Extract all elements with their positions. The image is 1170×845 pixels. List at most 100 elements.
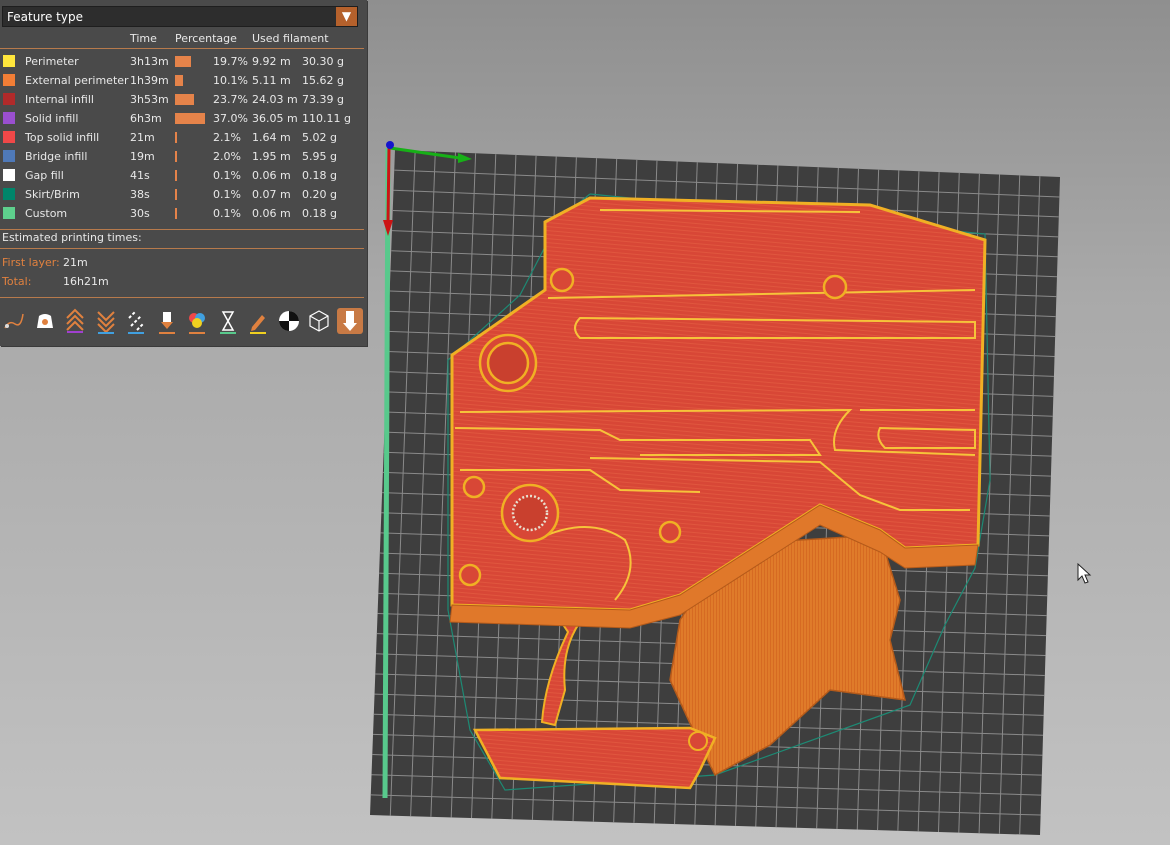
feature-length: 9.92 m	[252, 55, 291, 68]
feature-name: Internal infill	[25, 93, 94, 106]
feature-percentage: 19.7%	[213, 55, 248, 68]
pause-prints-icon[interactable]	[215, 308, 241, 334]
legend-row[interactable]: Skirt/Brim 38s 0.1% 0.07 m 0.20 g	[0, 185, 367, 204]
center-of-gravity-icon[interactable]	[276, 308, 302, 334]
percentage-bar	[175, 75, 184, 86]
feature-time: 38s	[130, 188, 150, 201]
feature-weight: 0.18 g	[302, 207, 337, 220]
section-divider	[0, 229, 364, 230]
legend-row[interactable]: Solid infill 6h3m 37.0% 36.05 m 110.11 g	[0, 109, 367, 128]
feature-percentage: 0.1%	[213, 169, 241, 182]
color-swatch	[3, 74, 15, 86]
feature-length: 1.64 m	[252, 131, 291, 144]
legend-row[interactable]: Perimeter 3h13m 19.7% 9.92 m 30.30 g	[0, 52, 367, 71]
feature-time: 3h53m	[130, 93, 169, 106]
toolbar-divider	[0, 297, 364, 298]
feature-weight: 15.62 g	[302, 74, 344, 87]
feature-weight: 110.11 g	[302, 112, 351, 125]
feature-time: 21m	[130, 131, 155, 144]
feature-percentage: 23.7%	[213, 93, 248, 106]
first-layer-label: First layer:	[2, 256, 60, 269]
estimated-divider	[0, 248, 364, 249]
feature-name: Solid infill	[25, 112, 79, 125]
feature-name: Custom	[25, 207, 68, 220]
legend-panel: Feature type ▼ Time Percentage Used fila…	[0, 0, 367, 346]
total-value: 16h21m	[63, 275, 109, 288]
feature-weight: 73.39 g	[302, 93, 344, 106]
feature-type-selector-value: Feature type	[7, 10, 83, 24]
color-swatch	[3, 55, 15, 67]
feature-length: 0.06 m	[252, 169, 291, 182]
feature-length: 36.05 m	[252, 112, 298, 125]
feature-length: 5.11 m	[252, 74, 291, 87]
legend-row[interactable]: Custom 30s 0.1% 0.06 m 0.18 g	[0, 204, 367, 223]
color-swatch	[3, 112, 15, 124]
color-swatch	[3, 131, 15, 143]
feature-percentage: 2.0%	[213, 150, 241, 163]
estimated-times-title: Estimated printing times:	[2, 231, 142, 244]
column-header-used-filament: Used filament	[252, 32, 329, 45]
shells-icon[interactable]	[306, 308, 332, 334]
view-options-toolbar	[0, 306, 367, 336]
legend-row[interactable]: Gap fill 41s 0.1% 0.06 m 0.18 g	[0, 166, 367, 185]
percentage-bar	[175, 132, 177, 143]
feature-name: Bridge infill	[25, 150, 88, 163]
feature-name: Perimeter	[25, 55, 79, 68]
feature-name: Gap fill	[25, 169, 64, 182]
feature-weight: 30.30 g	[302, 55, 344, 68]
tool-changes-icon[interactable]	[154, 308, 180, 334]
column-header-percentage: Percentage	[175, 32, 237, 45]
legend-row[interactable]: Top solid infill 21m 2.1% 1.64 m 5.02 g	[0, 128, 367, 147]
feature-time: 6h3m	[130, 112, 162, 125]
feature-percentage: 37.0%	[213, 112, 248, 125]
total-label: Total:	[2, 275, 32, 288]
retractions-icon[interactable]	[62, 308, 88, 334]
feature-time: 41s	[130, 169, 150, 182]
color-swatch	[3, 169, 15, 181]
color-swatch	[3, 150, 15, 162]
dropdown-arrow-icon[interactable]: ▼	[336, 7, 357, 26]
travel-icon[interactable]	[1, 308, 27, 334]
feature-length: 24.03 m	[252, 93, 298, 106]
feature-time: 30s	[130, 207, 150, 220]
color-changes-icon[interactable]	[184, 308, 210, 334]
tool-marker-icon[interactable]	[336, 308, 363, 334]
percentage-bar	[175, 189, 177, 200]
feature-type-selector[interactable]: Feature type ▼	[2, 6, 358, 27]
legend-row[interactable]: External perimeter 1h39m 10.1% 5.11 m 15.62 …	[0, 71, 367, 90]
feature-percentage: 0.1%	[213, 188, 241, 201]
first-layer-value: 21m	[63, 256, 88, 269]
percentage-bar	[175, 208, 177, 219]
percentage-bar	[175, 151, 177, 162]
feature-length: 0.07 m	[252, 188, 291, 201]
feature-weight: 5.95 g	[302, 150, 337, 163]
percentage-bar	[175, 94, 195, 105]
feature-time: 19m	[130, 150, 155, 163]
feature-length: 0.06 m	[252, 207, 291, 220]
legend-row[interactable]: Internal infill 3h53m 23.7% 24.03 m 73.39 g	[0, 90, 367, 109]
percentage-bar	[175, 170, 177, 181]
feature-time: 1h39m	[130, 74, 169, 87]
feature-percentage: 10.1%	[213, 74, 248, 87]
feature-time: 3h13m	[130, 55, 169, 68]
feature-name: Top solid infill	[25, 131, 100, 144]
legend-row[interactable]: Bridge infill 19m 2.0% 1.95 m 5.95 g	[0, 147, 367, 166]
feature-percentage: 0.1%	[213, 207, 241, 220]
mouse-cursor-icon	[1077, 562, 1092, 584]
color-swatch	[3, 93, 15, 105]
feature-weight: 0.18 g	[302, 169, 337, 182]
feature-name: Skirt/Brim	[25, 188, 80, 201]
feature-weight: 0.20 g	[302, 188, 337, 201]
feature-length: 1.95 m	[252, 150, 291, 163]
percentage-bar	[175, 56, 191, 67]
color-swatch	[3, 188, 15, 200]
wipe-icon[interactable]	[32, 308, 58, 334]
deretractions-icon[interactable]	[93, 308, 119, 334]
feature-weight: 5.02 g	[302, 131, 337, 144]
column-header-time: Time	[130, 32, 157, 45]
seams-icon[interactable]	[123, 308, 149, 334]
percentage-bar	[175, 113, 205, 124]
custom-gcode-icon[interactable]	[245, 308, 271, 334]
feature-percentage: 2.1%	[213, 131, 241, 144]
header-divider	[0, 48, 364, 49]
